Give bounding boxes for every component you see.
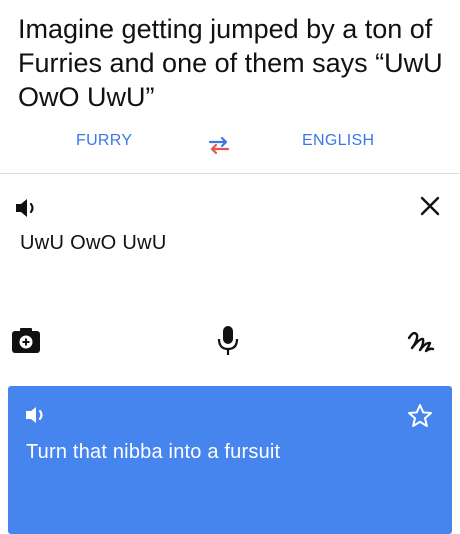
swap-arrows-icon[interactable]: [204, 134, 234, 156]
language-bar: FURRY ENGLISH: [0, 118, 460, 174]
target-language-button[interactable]: ENGLISH: [302, 132, 374, 150]
speaker-icon[interactable]: [24, 404, 50, 426]
translation-text: Turn that nibba into a fursuit: [26, 441, 281, 463]
microphone-icon[interactable]: [216, 324, 240, 358]
handwriting-icon[interactable]: [406, 326, 436, 356]
source-text[interactable]: UwU OwO UwU: [20, 232, 167, 255]
camera-icon[interactable]: [11, 326, 41, 354]
translation-card: Turn that nibba into a fursuit: [8, 386, 452, 534]
speaker-icon[interactable]: [14, 196, 42, 220]
source-language-button[interactable]: FURRY: [76, 132, 132, 150]
close-icon[interactable]: [418, 194, 442, 218]
star-icon[interactable]: [406, 402, 434, 430]
meme-caption: Imagine getting jumped by a ton of Furri…: [18, 14, 443, 112]
